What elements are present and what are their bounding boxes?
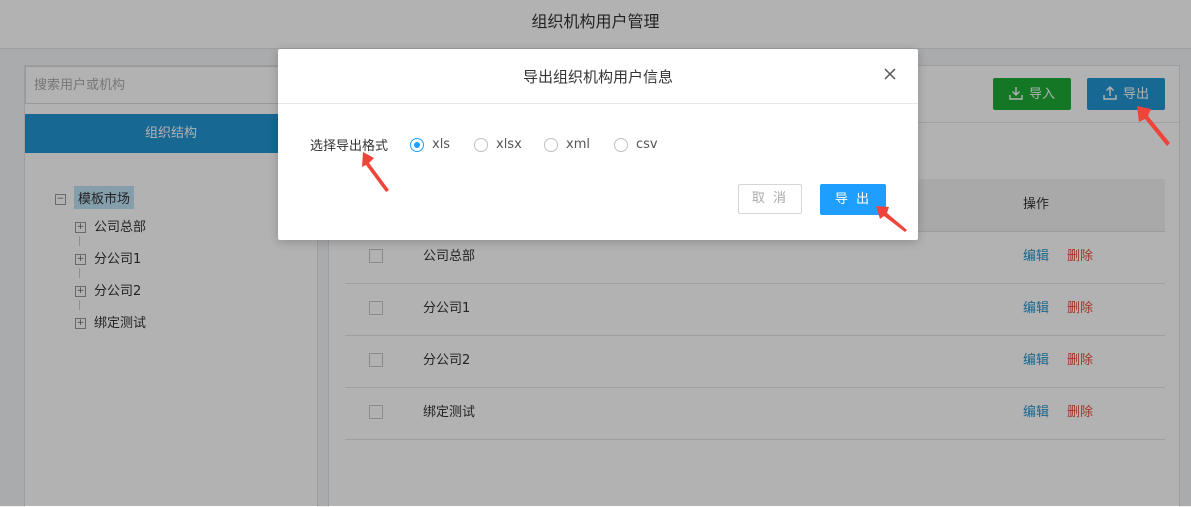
confirm-export-button[interactable]: 导 出	[820, 184, 886, 215]
radio-unchecked-icon[interactable]	[474, 137, 488, 152]
cancel-button[interactable]: 取 消	[738, 184, 802, 214]
radio-csv[interactable]: csv	[614, 137, 658, 152]
radio-label: csv	[636, 137, 658, 152]
radio-unchecked-icon[interactable]	[544, 137, 558, 152]
radio-xlsx[interactable]: xlsx	[474, 137, 522, 152]
radio-label: xls	[432, 137, 451, 152]
close-icon[interactable]	[880, 65, 900, 85]
export-dialog: 导出组织机构用户信息 选择导出格式 xls xlsx xml csv 取 消 导…	[278, 49, 918, 240]
dialog-header: 导出组织机构用户信息	[278, 49, 918, 104]
dialog-title: 导出组织机构用户信息	[522, 68, 673, 86]
radio-xml[interactable]: xml	[544, 137, 590, 152]
radio-label: xml	[566, 137, 590, 152]
radio-xls[interactable]: xls	[410, 137, 450, 152]
radio-unchecked-icon[interactable]	[614, 137, 628, 152]
format-label: 选择导出格式	[310, 139, 389, 154]
radio-label: xlsx	[496, 137, 522, 152]
radio-checked-icon[interactable]	[410, 137, 424, 152]
